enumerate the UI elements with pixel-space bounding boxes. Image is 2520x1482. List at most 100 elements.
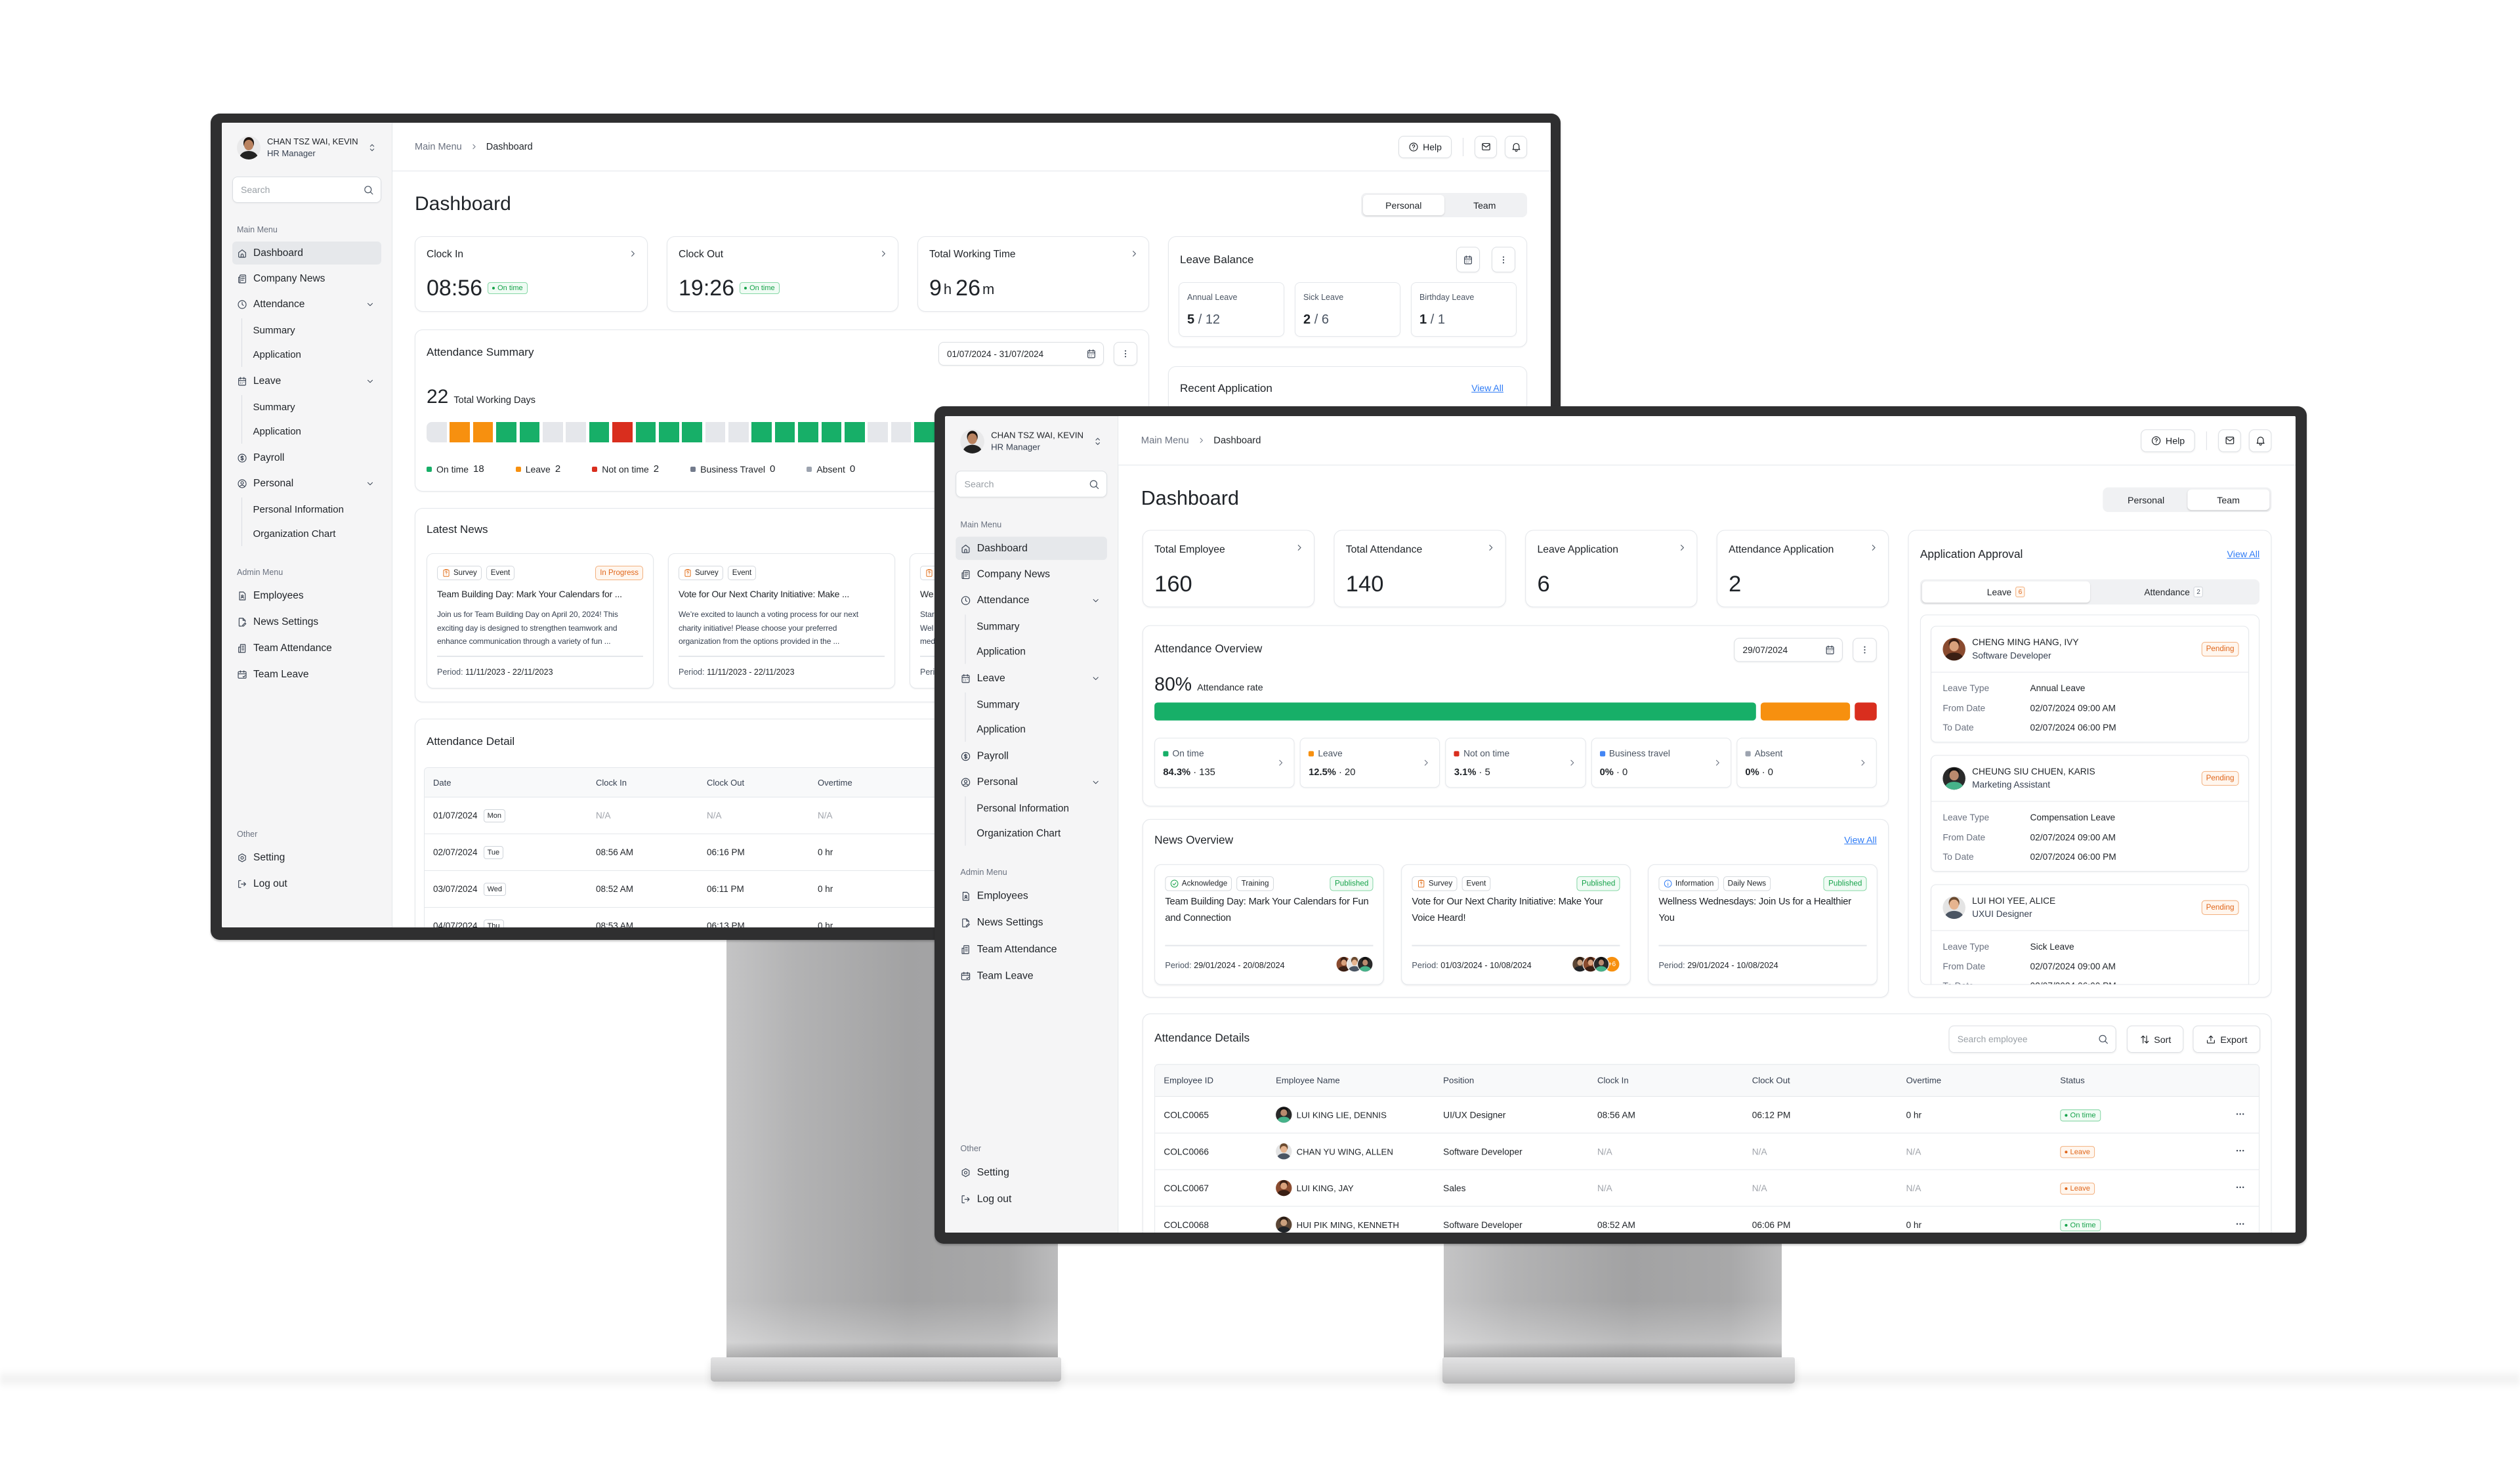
approval-tab[interactable]: Attendance 2 [2090, 582, 2258, 603]
leave-balance-item[interactable]: Birthday Leave 1 / 1 [1411, 282, 1517, 337]
chevron-down-icon[interactable] [1091, 673, 1101, 683]
sidebar-subitem[interactable]: Summary [976, 614, 1107, 639]
news-card[interactable]: Information Daily News Published Wellness… [1648, 864, 1878, 985]
view-toggle-option[interactable]: Team [1444, 195, 1526, 215]
chevron-up-down-icon[interactable] [367, 142, 377, 153]
day-cell[interactable] [658, 422, 679, 442]
day-cell[interactable] [472, 422, 494, 442]
sidebar-item[interactable]: Dashboard [956, 536, 1107, 561]
sidebar-item[interactable]: Attendance [956, 589, 1107, 612]
day-cell[interactable] [612, 422, 633, 442]
date-range-picker[interactable]: 01/07/2024 - 31/07/2024 [938, 342, 1104, 366]
breakdown-item[interactable]: Absent 0% · 0 [1736, 738, 1877, 788]
view-all-link[interactable]: View All [2227, 549, 2260, 559]
day-cell[interactable] [798, 422, 818, 442]
messages-button[interactable] [1475, 135, 1497, 158]
day-cell[interactable] [589, 422, 610, 442]
column-header[interactable]: Clock In [596, 778, 707, 788]
participant-avatars[interactable]: +6 [1572, 956, 1620, 973]
news-card[interactable]: Acknowledge Training Published Team Build… [1154, 864, 1384, 985]
more-options-button[interactable] [1492, 247, 1515, 272]
day-cell[interactable] [868, 422, 889, 442]
stat-card[interactable]: Attendance Application 2 [1716, 530, 1889, 608]
sidebar-item[interactable]: Team Attendance [232, 637, 381, 660]
sidebar-search-input[interactable] [964, 478, 1089, 490]
column-header[interactable]: Employee Name [1276, 1076, 1443, 1086]
employee-search[interactable] [1948, 1025, 2116, 1053]
breakdown-item[interactable]: Leave 12.5% · 20 [1299, 738, 1440, 788]
sidebar-item[interactable]: Personal [956, 771, 1107, 794]
approval-tab[interactable]: Leave 6 [1922, 581, 2090, 603]
search-icon[interactable] [2097, 1034, 2109, 1045]
employee-search-input[interactable] [1957, 1034, 2098, 1044]
sidebar-item[interactable]: Attendance [232, 293, 381, 316]
day-cell[interactable] [891, 422, 912, 442]
sidebar-subitem[interactable]: Application [976, 639, 1107, 664]
approval-item[interactable]: LUI HOI YEE, ALICE UXUI Designer Pending… [1931, 884, 2249, 984]
day-cell[interactable] [705, 422, 726, 442]
ellipsis-icon[interactable] [2235, 1217, 2246, 1229]
date-picker[interactable]: 29/07/2024 [1734, 637, 1843, 662]
news-card[interactable]: Survey Event Vote for Our Next Charity In… [668, 553, 895, 688]
ellipsis-icon[interactable] [2235, 1108, 2246, 1120]
sidebar-subitem[interactable]: Summary [253, 318, 382, 343]
clock-out-card[interactable]: Clock Out 19:26 On time [667, 236, 898, 312]
sidebar-item[interactable]: Log out [232, 872, 381, 895]
ellipsis-icon[interactable] [2235, 1145, 2246, 1156]
more-options-button[interactable] [1114, 342, 1137, 366]
column-header[interactable]: Employee ID [1164, 1076, 1276, 1086]
view-all-link[interactable]: View All [1844, 834, 1877, 845]
sidebar-subitem[interactable]: Application [253, 343, 382, 367]
view-toggle-option[interactable]: Personal [1363, 195, 1444, 215]
sidebar-item[interactable]: Payroll [956, 744, 1107, 768]
news-card[interactable]: Survey Event In Progress Team Building Da… [427, 553, 654, 688]
sidebar-item[interactable]: Employees [232, 584, 381, 607]
table-row[interactable]: COLC0065 LUI KING LIE, DENNIS UI/UX Desi… [1155, 1097, 2259, 1133]
total-working-time-card[interactable]: Total Working Time 9 h 26 m [917, 236, 1149, 312]
day-cell[interactable] [427, 422, 447, 442]
chevron-down-icon[interactable] [366, 300, 375, 309]
approval-list[interactable]: CHENG MING HANG, IVY Software Developer … [1920, 614, 2260, 985]
search-icon[interactable] [1089, 478, 1100, 490]
breadcrumb-root[interactable]: Main Menu [1141, 435, 1189, 446]
sidebar-item[interactable]: Team Leave [956, 964, 1107, 988]
approval-item[interactable]: CHEUNG SIU CHUEN, KARIS Marketing Assist… [1931, 755, 2249, 872]
day-cell[interactable] [542, 422, 563, 442]
breakdown-item[interactable]: On time 84.3% · 135 [1154, 738, 1295, 788]
user-profile-switcher[interactable]: CHAN TSZ WAI, KEVIN HR Manager [232, 136, 381, 159]
messages-button[interactable] [2218, 429, 2241, 452]
leave-balance-item[interactable]: Sick Leave 2 / 6 [1295, 282, 1400, 337]
stat-card[interactable]: Total Employee 160 [1142, 530, 1315, 608]
sidebar-item[interactable]: Personal [232, 472, 381, 495]
column-header[interactable]: Overtime [1906, 1076, 2060, 1086]
sidebar-item[interactable]: Leave [232, 370, 381, 392]
sidebar-search[interactable] [956, 471, 1107, 498]
sidebar-subitem[interactable]: Organization Chart [253, 522, 382, 546]
day-cell[interactable] [821, 422, 842, 442]
notifications-button[interactable] [2248, 429, 2272, 452]
sidebar-subitem[interactable]: Summary [253, 395, 382, 419]
chevron-right-icon[interactable] [1858, 758, 1868, 768]
column-header[interactable]: Clock In [1597, 1076, 1752, 1086]
leave-calendar-button[interactable] [1456, 247, 1480, 272]
sidebar-item[interactable]: Team Leave [232, 663, 381, 686]
breakdown-item[interactable]: Not on time 3.1% · 5 [1445, 738, 1586, 788]
day-cell[interactable] [635, 422, 656, 442]
breakdown-item[interactable]: Business travel 0% · 0 [1591, 738, 1732, 788]
approval-item[interactable]: CHENG MING HANG, IVY Software Developer … [1931, 625, 2249, 743]
sidebar-item[interactable]: News Settings [956, 911, 1107, 935]
view-toggle-option[interactable]: Team [2187, 489, 2270, 511]
sidebar-item[interactable]: News Settings [232, 610, 381, 633]
day-cell[interactable] [774, 422, 795, 442]
view-toggle-option[interactable]: Personal [2105, 490, 2187, 510]
chevron-down-icon[interactable] [1091, 777, 1101, 786]
day-cell[interactable] [914, 422, 934, 442]
more-options-button[interactable] [1853, 637, 1877, 662]
sidebar-item[interactable]: Employees [956, 884, 1107, 908]
chevron-right-icon[interactable] [1567, 758, 1577, 768]
chevron-down-icon[interactable] [366, 479, 375, 488]
sidebar-search-input[interactable] [241, 184, 363, 195]
day-cell[interactable] [566, 422, 586, 442]
day-cell[interactable] [751, 422, 772, 442]
chevron-right-icon[interactable] [1713, 758, 1723, 768]
